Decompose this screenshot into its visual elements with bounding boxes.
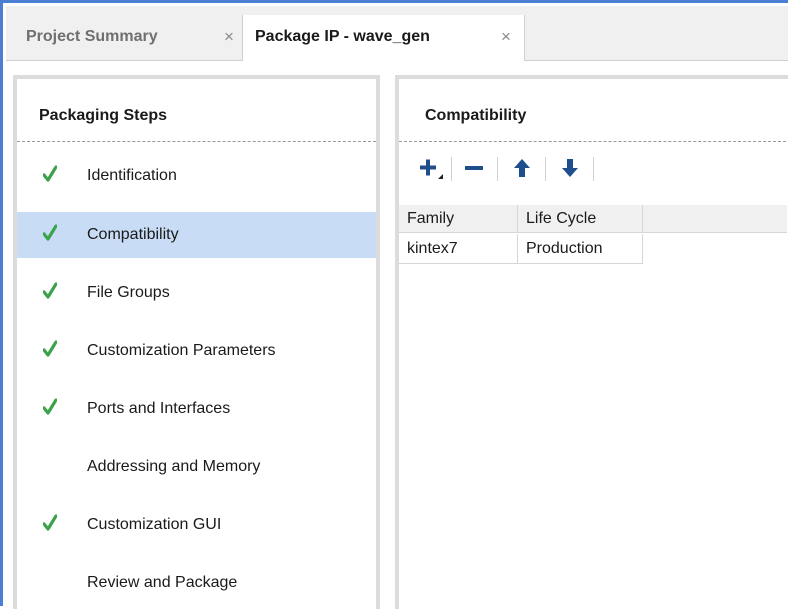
close-icon[interactable]: × [224,15,234,59]
panel-title: Packaging Steps [39,107,168,124]
step-label: Review and Package [87,574,238,591]
step-identification[interactable]: Identification [17,153,376,199]
step-label: Addressing and Memory [87,458,261,475]
panel-title: Compatibility [425,107,527,124]
table-header: Family Life Cycle [399,205,787,233]
step-review-and-package[interactable]: Review and Package [17,560,376,606]
step-label: Ports and Interfaces [87,400,231,417]
divider [17,141,376,142]
divider [399,141,788,142]
step-label: Customization GUI [87,516,222,533]
step-customization-gui[interactable]: Customization GUI [17,502,376,548]
step-addressing-and-memory[interactable]: Addressing and Memory [17,444,376,490]
compatibility-panel: Compatibility Family Life Cycle kintex7 … [395,75,788,609]
compatibility-toolbar [399,151,788,187]
step-ports-and-interfaces[interactable]: Ports and Interfaces [17,386,376,432]
check-icon [43,165,57,182]
arrow-up-icon[interactable] [509,155,535,181]
step-label: Identification [87,167,177,184]
column-header-family[interactable]: Family [399,205,518,232]
tab-package-ip[interactable]: Package IP - wave_gen × [242,15,525,61]
step-customization-parameters[interactable]: Customization Parameters [17,328,376,374]
toolbar-separator [451,157,452,181]
check-icon [43,514,57,531]
close-icon[interactable]: × [501,15,511,59]
table-cell-life-cycle[interactable]: Production [518,234,643,264]
toolbar-separator [545,157,546,181]
tab-label: Package IP - wave_gen [255,28,430,45]
table-cell-family[interactable]: kintex7 [399,234,518,264]
check-icon [43,282,57,299]
packaging-steps-panel: Packaging Steps Identification Compatibi… [13,75,380,609]
tab-bar: Project Summary × Package IP - wave_gen … [6,6,788,61]
toolbar-separator [593,157,594,181]
check-icon [43,398,57,415]
window-frame: Project Summary × Package IP - wave_gen … [0,0,788,609]
check-icon [43,340,57,357]
step-file-groups[interactable]: File Groups [17,270,376,316]
table-row[interactable]: kintex7 Production [399,234,643,264]
step-label: File Groups [87,284,170,301]
minus-icon[interactable] [461,155,487,181]
step-label: Compatibility [87,226,179,243]
step-label: Customization Parameters [87,342,276,359]
step-compatibility[interactable]: Compatibility [17,212,376,258]
arrow-down-icon[interactable] [557,155,583,181]
check-icon [43,224,57,241]
tab-label: Project Summary [26,28,158,45]
tab-project-summary[interactable]: Project Summary × [16,15,242,61]
column-header-life-cycle[interactable]: Life Cycle [518,205,643,232]
plus-dropdown-icon[interactable] [417,155,443,181]
toolbar-separator [497,157,498,181]
